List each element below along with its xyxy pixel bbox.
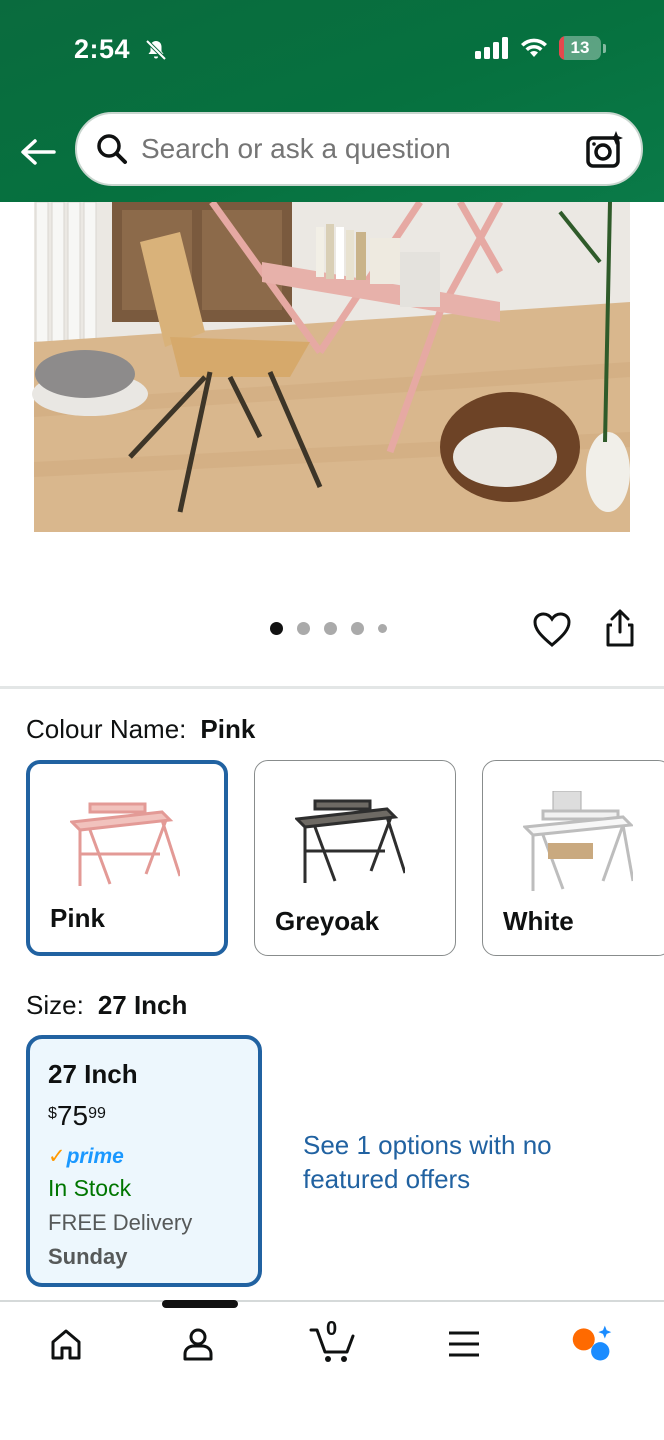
hamburger-menu-icon — [449, 1331, 479, 1357]
carousel-dot[interactable] — [351, 622, 364, 635]
heart-icon[interactable] — [532, 610, 572, 650]
carousel-dot[interactable] — [324, 622, 337, 635]
product-image[interactable] — [0, 202, 664, 562]
battery-indicator: 13 — [559, 36, 601, 60]
tab-menu[interactable] — [442, 1322, 486, 1366]
colour-option-greyoak[interactable]: Greyoak — [254, 760, 456, 956]
status-time: 2:54 — [74, 34, 131, 64]
pink-desk-thumbnail — [70, 802, 180, 886]
colour-label: Colour Name: Pink — [26, 714, 255, 745]
tab-account[interactable] — [176, 1322, 220, 1366]
battery-percent: 13 — [570, 38, 590, 57]
wifi-icon — [521, 38, 547, 57]
size-label-text: Size: — [26, 990, 84, 1020]
search-input[interactable] — [141, 133, 561, 165]
size-label: Size: 27 Inch — [26, 990, 187, 1021]
colour-selected-value: Pink — [200, 714, 256, 744]
status-icons: 13 — [475, 36, 606, 60]
carousel-dot[interactable] — [270, 622, 283, 635]
colour-option-label: Pink — [50, 903, 105, 933]
white-desk-thumbnail — [523, 791, 633, 891]
colour-label-text: Colour Name: — [26, 714, 187, 744]
search-bar[interactable] — [75, 112, 643, 186]
colour-option-label: Greyoak — [275, 906, 380, 936]
section-divider — [0, 686, 664, 689]
share-icon[interactable] — [602, 608, 638, 648]
camera-lens-icon[interactable] — [585, 130, 625, 170]
battery-tip — [603, 43, 606, 53]
bell-muted-icon — [145, 39, 167, 61]
person-icon — [183, 1328, 213, 1361]
prime-badge: ✓ prime — [48, 1144, 240, 1169]
delivery-day: Sunday — [48, 1244, 128, 1269]
size-option-title: 27 Inch — [48, 1059, 138, 1089]
home-icon — [51, 1329, 81, 1360]
delivery-info: FREE Delivery — [48, 1210, 193, 1235]
price: $7599 — [48, 1102, 240, 1130]
stock-status: In Stock — [48, 1175, 132, 1201]
greyoak-desk-thumbnail — [295, 799, 405, 883]
see-options-link[interactable]: See 1 options with no featured offers — [303, 1128, 603, 1196]
rufus-assistant-icon — [572, 1325, 612, 1361]
back-button[interactable] — [18, 132, 58, 172]
price-whole: 75 — [56, 1100, 89, 1131]
carousel-dot[interactable] — [378, 624, 387, 633]
carousel-dot[interactable] — [297, 622, 310, 635]
prime-label: prime — [66, 1144, 124, 1168]
cart-count: 0 — [326, 1318, 338, 1340]
signal-icon — [475, 37, 508, 59]
app-header: 2:54 13 — [0, 0, 664, 202]
search-icon — [97, 134, 127, 164]
arrow-left-icon — [21, 139, 56, 165]
colour-option-white[interactable]: White — [482, 760, 664, 956]
active-tab-indicator — [162, 1300, 238, 1308]
price-fraction: 99 — [88, 1105, 106, 1122]
price-currency: $ — [48, 1105, 57, 1122]
tab-home[interactable] — [44, 1322, 88, 1366]
colour-option-pink[interactable]: Pink — [26, 760, 228, 956]
prime-check-icon: ✓ — [48, 1145, 66, 1168]
size-option-27-inch[interactable]: 27 Inch $7599 ✓ prime In Stock FREE Deliv… — [26, 1035, 262, 1287]
tab-rufus-assistant[interactable] — [570, 1322, 614, 1366]
carousel-dots[interactable] — [270, 622, 387, 635]
colour-option-label: White — [503, 906, 574, 936]
size-selected-value: 27 Inch — [97, 990, 188, 1020]
